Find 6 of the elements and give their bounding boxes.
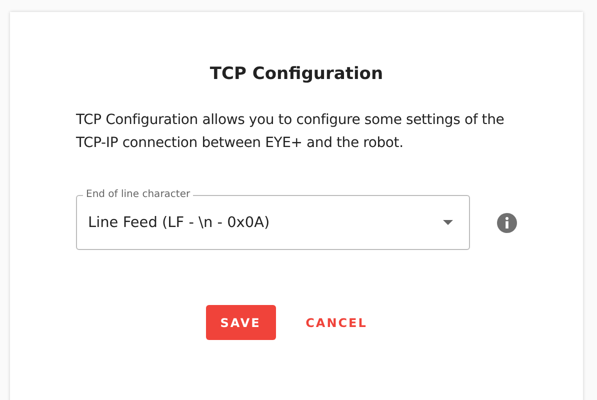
save-button[interactable]: SAVE (206, 305, 276, 340)
info-icon[interactable] (497, 213, 517, 233)
description-text: TCP Configuration allows you to configure some settings of the TCP-IP connection between EYE+ and the robot. (76, 111, 506, 153)
caret-icon (443, 220, 453, 225)
dialog-title: TCP Configuration (208, 64, 384, 84)
cancel-button[interactable]: CANCEL (296, 305, 378, 340)
